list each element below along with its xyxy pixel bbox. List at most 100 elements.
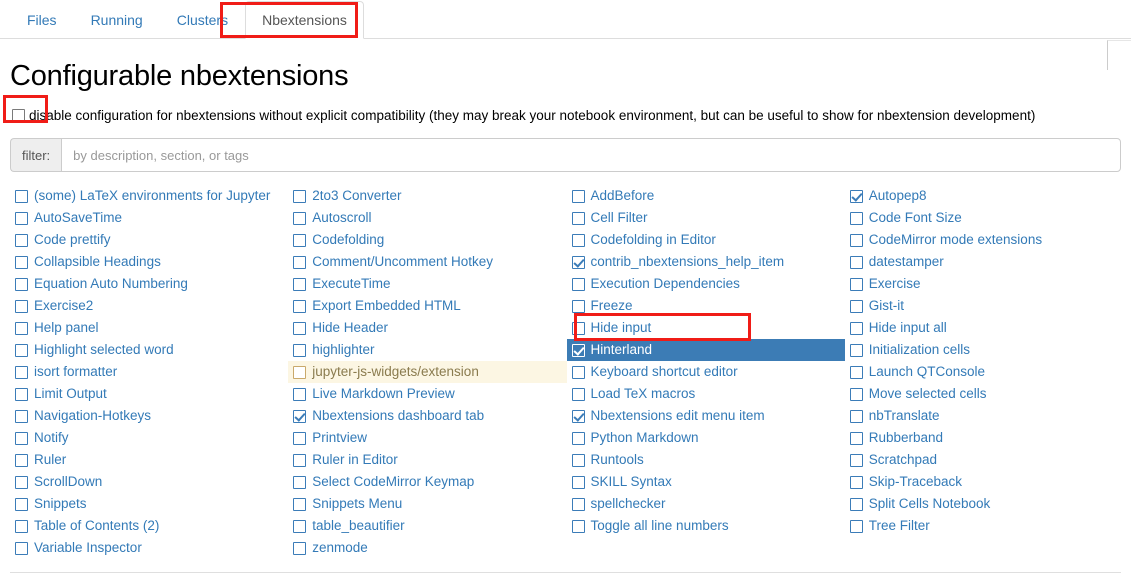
extension-item[interactable]: contrib_nbextensions_help_item xyxy=(567,251,845,273)
extension-checkbox[interactable] xyxy=(571,519,585,533)
extension-checkbox[interactable] xyxy=(849,321,863,335)
extension-item[interactable]: Help panel xyxy=(10,317,288,339)
extension-item[interactable]: Live Markdown Preview xyxy=(288,383,566,405)
extension-checkbox[interactable] xyxy=(293,453,307,467)
extension-item[interactable]: 2to3 Converter xyxy=(288,185,566,207)
tab-running[interactable]: Running xyxy=(74,1,160,39)
extension-checkbox[interactable] xyxy=(293,365,307,379)
extension-item[interactable]: Equation Auto Numbering xyxy=(10,273,288,295)
extension-checkbox[interactable] xyxy=(293,277,307,291)
extension-checkbox[interactable] xyxy=(849,475,863,489)
extension-item[interactable]: Variable Inspector xyxy=(10,537,288,559)
extension-item[interactable]: Python Markdown xyxy=(567,427,845,449)
extension-checkbox[interactable] xyxy=(15,365,28,379)
extension-checkbox[interactable] xyxy=(15,343,28,357)
extension-item[interactable]: Ruler xyxy=(10,449,288,471)
extension-item[interactable]: Exercise xyxy=(845,273,1123,295)
extension-item[interactable]: AutoSaveTime xyxy=(10,207,288,229)
extension-checkbox[interactable] xyxy=(849,189,863,203)
extension-item[interactable]: Comment/Uncomment Hotkey xyxy=(288,251,566,273)
extension-checkbox[interactable] xyxy=(849,233,863,247)
extension-checkbox[interactable] xyxy=(571,453,585,467)
extension-checkbox[interactable] xyxy=(15,519,28,533)
extension-item[interactable]: Autopep8 xyxy=(845,185,1123,207)
extension-item[interactable]: Codefolding in Editor xyxy=(567,229,845,251)
extension-checkbox[interactable] xyxy=(571,233,585,247)
extension-item[interactable]: Snippets xyxy=(10,493,288,515)
extension-item[interactable]: Nbextensions dashboard tab xyxy=(288,405,566,427)
extension-item[interactable]: Skip-Traceback xyxy=(845,471,1123,493)
extension-item[interactable]: Navigation-Hotkeys xyxy=(10,405,288,427)
extension-checkbox[interactable] xyxy=(571,299,585,313)
extension-checkbox[interactable] xyxy=(15,211,28,225)
extension-checkbox[interactable] xyxy=(293,497,307,511)
extension-checkbox[interactable] xyxy=(15,233,28,247)
extension-checkbox[interactable] xyxy=(15,497,28,511)
extension-item[interactable]: Table of Contents (2) xyxy=(10,515,288,537)
extension-item[interactable]: Hide input all xyxy=(845,317,1123,339)
extension-checkbox[interactable] xyxy=(293,475,307,489)
extension-checkbox[interactable] xyxy=(849,299,863,313)
extension-item[interactable]: Codefolding xyxy=(288,229,566,251)
extension-item[interactable]: ExecuteTime xyxy=(288,273,566,295)
extension-item[interactable]: Collapsible Headings xyxy=(10,251,288,273)
extension-checkbox[interactable] xyxy=(15,321,28,335)
extension-item[interactable]: Keyboard shortcut editor xyxy=(567,361,845,383)
extension-checkbox[interactable] xyxy=(849,519,863,533)
extension-checkbox[interactable] xyxy=(571,189,585,203)
extension-item[interactable]: Printview xyxy=(288,427,566,449)
extension-item[interactable]: Move selected cells xyxy=(845,383,1123,405)
extension-checkbox[interactable] xyxy=(15,299,28,313)
extension-item[interactable]: Launch QTConsole xyxy=(845,361,1123,383)
extension-item[interactable]: ScrollDown xyxy=(10,471,288,493)
extension-checkbox[interactable] xyxy=(15,475,28,489)
extension-item[interactable]: Initialization cells xyxy=(845,339,1123,361)
extension-item[interactable]: Notify xyxy=(10,427,288,449)
extension-item[interactable]: Toggle all line numbers xyxy=(567,515,845,537)
extension-checkbox[interactable] xyxy=(15,409,28,423)
extension-item[interactable]: AddBefore xyxy=(567,185,845,207)
extension-item[interactable]: (some) LaTeX environments for Jupyter xyxy=(10,185,288,207)
disable-compat-checkbox[interactable] xyxy=(12,109,25,122)
extension-item[interactable]: datestamper xyxy=(845,251,1123,273)
extension-item[interactable]: Export Embedded HTML xyxy=(288,295,566,317)
extension-checkbox[interactable] xyxy=(849,365,863,379)
extension-item[interactable]: Select CodeMirror Keymap xyxy=(288,471,566,493)
extension-item[interactable]: Code Font Size xyxy=(845,207,1123,229)
extension-checkbox[interactable] xyxy=(293,189,307,203)
extension-item[interactable]: Tree Filter xyxy=(845,515,1123,537)
extension-item[interactable]: nbTranslate xyxy=(845,405,1123,427)
extension-checkbox[interactable] xyxy=(849,387,863,401)
extension-checkbox[interactable] xyxy=(15,277,28,291)
extension-item[interactable]: Load TeX macros xyxy=(567,383,845,405)
extension-item[interactable]: Snippets Menu xyxy=(288,493,566,515)
extension-item[interactable]: Gist-it xyxy=(845,295,1123,317)
extension-checkbox[interactable] xyxy=(849,211,863,225)
extension-item[interactable]: spellchecker xyxy=(567,493,845,515)
extension-item[interactable]: Ruler in Editor xyxy=(288,449,566,471)
extension-checkbox[interactable] xyxy=(571,409,585,423)
extension-checkbox[interactable] xyxy=(849,255,863,269)
extension-checkbox[interactable] xyxy=(293,387,307,401)
extension-checkbox[interactable] xyxy=(849,497,863,511)
extension-checkbox[interactable] xyxy=(293,255,307,269)
filter-input[interactable] xyxy=(61,138,1121,172)
extension-item[interactable]: table_beautifier xyxy=(288,515,566,537)
extension-item[interactable]: CodeMirror mode extensions xyxy=(845,229,1123,251)
extension-checkbox[interactable] xyxy=(571,365,585,379)
extension-checkbox[interactable] xyxy=(571,475,585,489)
extension-checkbox[interactable] xyxy=(293,321,307,335)
extension-checkbox[interactable] xyxy=(849,453,863,467)
extension-checkbox[interactable] xyxy=(293,409,307,423)
extension-checkbox[interactable] xyxy=(15,541,28,555)
extension-item[interactable]: zenmode xyxy=(288,537,566,559)
extension-checkbox[interactable] xyxy=(571,321,585,335)
tab-nbextensions[interactable]: Nbextensions xyxy=(245,1,364,39)
extension-item[interactable]: SKILL Syntax xyxy=(567,471,845,493)
extension-item[interactable]: Execution Dependencies xyxy=(567,273,845,295)
extension-checkbox[interactable] xyxy=(571,343,585,357)
extension-checkbox[interactable] xyxy=(849,431,863,445)
tab-files[interactable]: Files xyxy=(10,1,74,39)
extension-item[interactable]: Nbextensions edit menu item xyxy=(567,405,845,427)
extension-item[interactable]: Highlight selected word xyxy=(10,339,288,361)
